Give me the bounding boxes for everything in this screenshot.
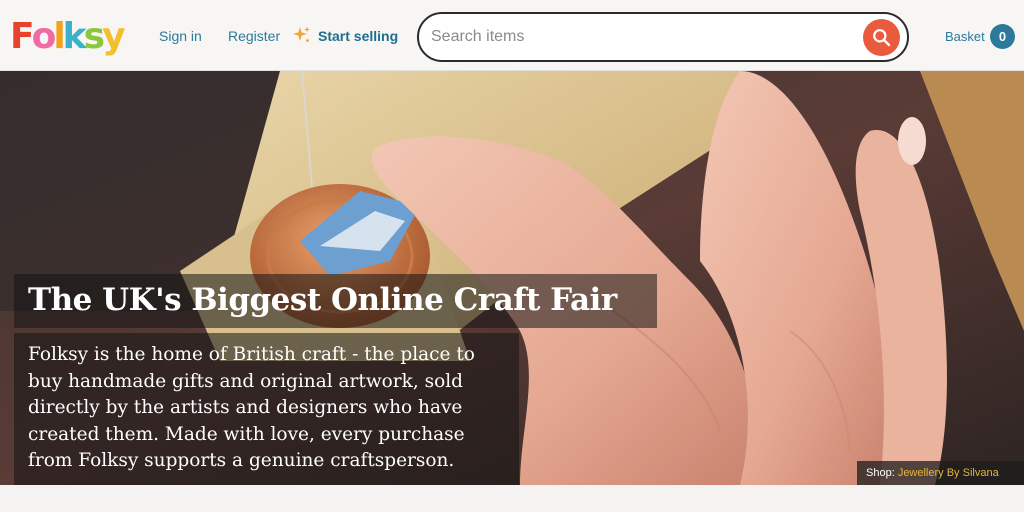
logo-letter: y bbox=[102, 16, 126, 57]
search-icon bbox=[873, 29, 891, 47]
site-header: Folksy Sign in Register Start selling Ba… bbox=[0, 0, 1024, 71]
shop-link[interactable]: Jewellery By Silvana bbox=[898, 467, 999, 479]
shop-credit: Shop: Jewellery By Silvana bbox=[857, 461, 1024, 485]
logo-letter: l bbox=[53, 16, 65, 57]
hero-banner: The UK's Biggest Online Craft Fair Folks… bbox=[0, 71, 1024, 485]
hero-title: The UK's Biggest Online Craft Fair bbox=[28, 282, 617, 318]
search-button[interactable] bbox=[863, 19, 900, 56]
search-bar bbox=[417, 12, 909, 62]
start-selling-link[interactable]: Start selling bbox=[318, 28, 398, 44]
basket-count-badge[interactable]: 0 bbox=[990, 24, 1015, 49]
hero-description-panel: Folksy is the home of British craft - th… bbox=[14, 333, 519, 485]
register-link[interactable]: Register bbox=[228, 28, 280, 44]
folksy-logo[interactable]: Folksy bbox=[10, 15, 126, 59]
logo-letter: k bbox=[62, 16, 87, 57]
hero-description: Folksy is the home of British craft - th… bbox=[28, 344, 475, 471]
basket-link[interactable]: Basket bbox=[945, 29, 985, 44]
shop-credit-prefix: Shop: bbox=[866, 467, 895, 479]
sparkle-icon bbox=[293, 26, 310, 42]
logo-letter: s bbox=[83, 16, 106, 57]
logo-letter: F bbox=[10, 16, 35, 57]
sign-in-link[interactable]: Sign in bbox=[159, 28, 202, 44]
hero-title-panel: The UK's Biggest Online Craft Fair bbox=[14, 274, 657, 328]
logo-letter: o bbox=[31, 16, 57, 57]
search-input[interactable] bbox=[431, 24, 851, 50]
